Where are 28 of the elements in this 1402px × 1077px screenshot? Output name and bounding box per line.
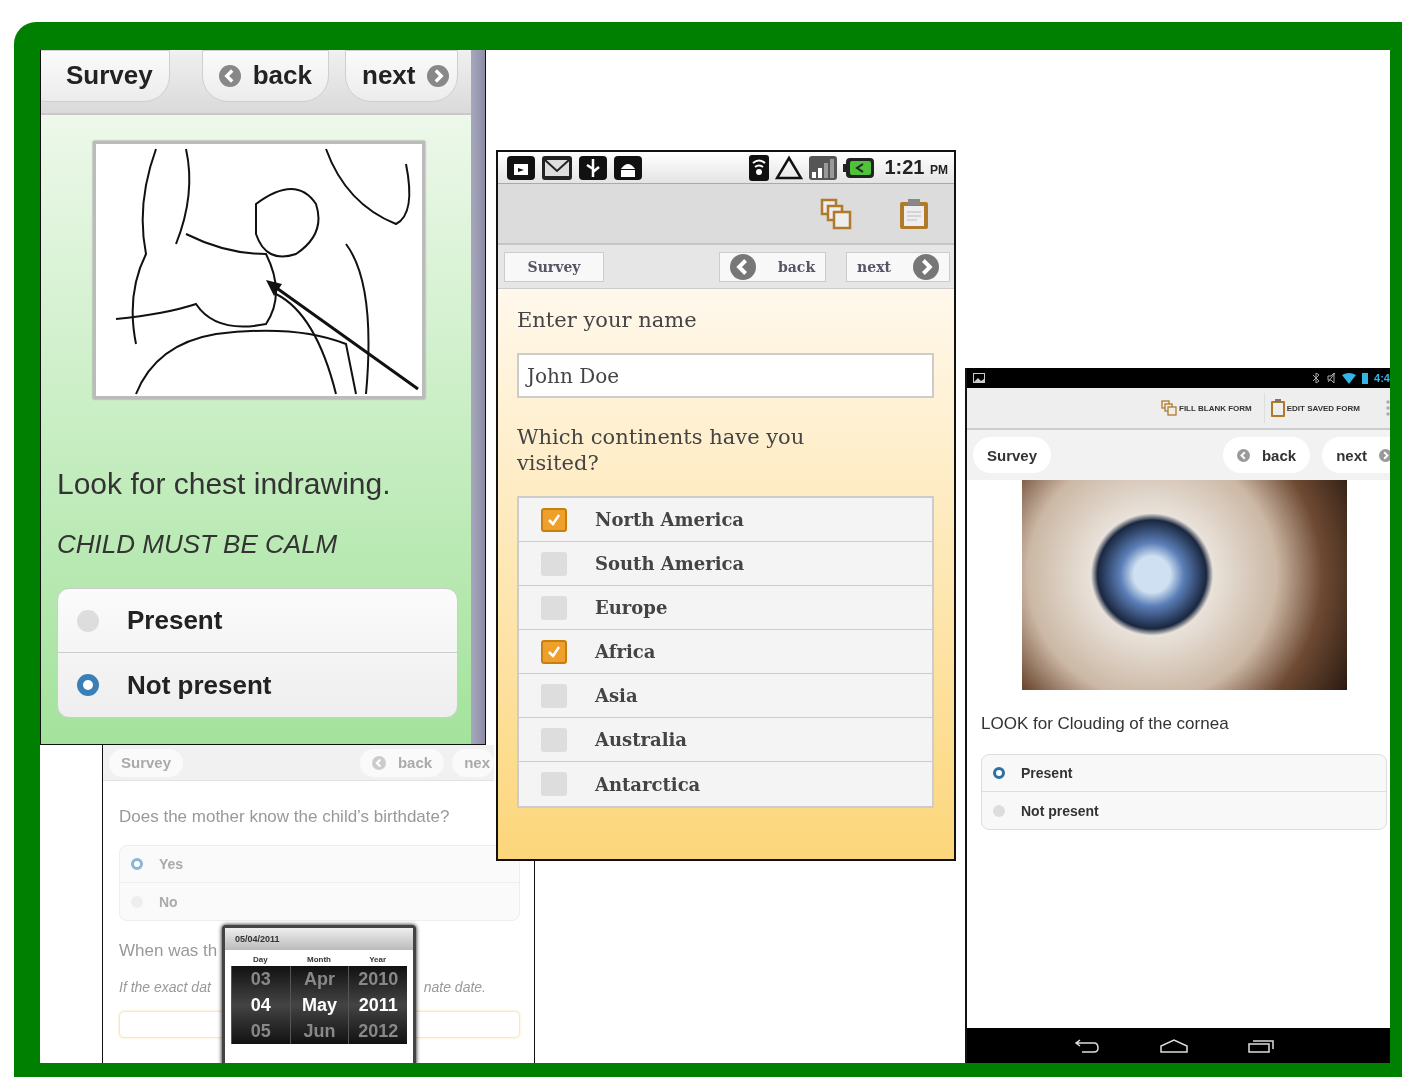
column-heading: Day [253,954,268,966]
hint-text: If the exact dat [119,979,211,995]
column-heading: Year [369,954,387,966]
option-label: Yes [159,856,184,872]
question-text: When was th [119,941,218,961]
question-text: Which continents have you visited? [517,424,806,476]
option-label: Present [127,605,223,636]
checkbox-label: Australia [595,729,687,750]
option-label: Not present [127,669,272,701]
hint-text: CHILD MUST BE CALM [57,529,339,560]
checkbox-label: North America [595,509,745,530]
option-label: Not present [1021,802,1099,819]
option-label: Present [1021,765,1073,781]
dialog-title: 05/04/2011 [225,928,413,950]
question-text: Look for chest indrawing. [57,467,392,501]
checkbox-label: South America [595,553,745,574]
status-time: 4:4 [1374,372,1390,384]
checkbox-label: Asia [595,685,638,706]
status-time: 1:21 PM [884,156,948,179]
hint-text: nate date. [423,979,486,995]
column-heading: Month [307,954,331,966]
checkbox-label: Antarctica [595,773,701,795]
question-text: Does the mother know the child’s birthdate? [119,807,451,827]
question-text: LOOK for Clouding of the cornea [981,714,1230,734]
field-label: Enter your name [517,307,698,333]
checkbox-label: Europe [595,597,668,618]
checkbox-label: Africa [595,641,656,662]
option-label: No [159,893,178,910]
